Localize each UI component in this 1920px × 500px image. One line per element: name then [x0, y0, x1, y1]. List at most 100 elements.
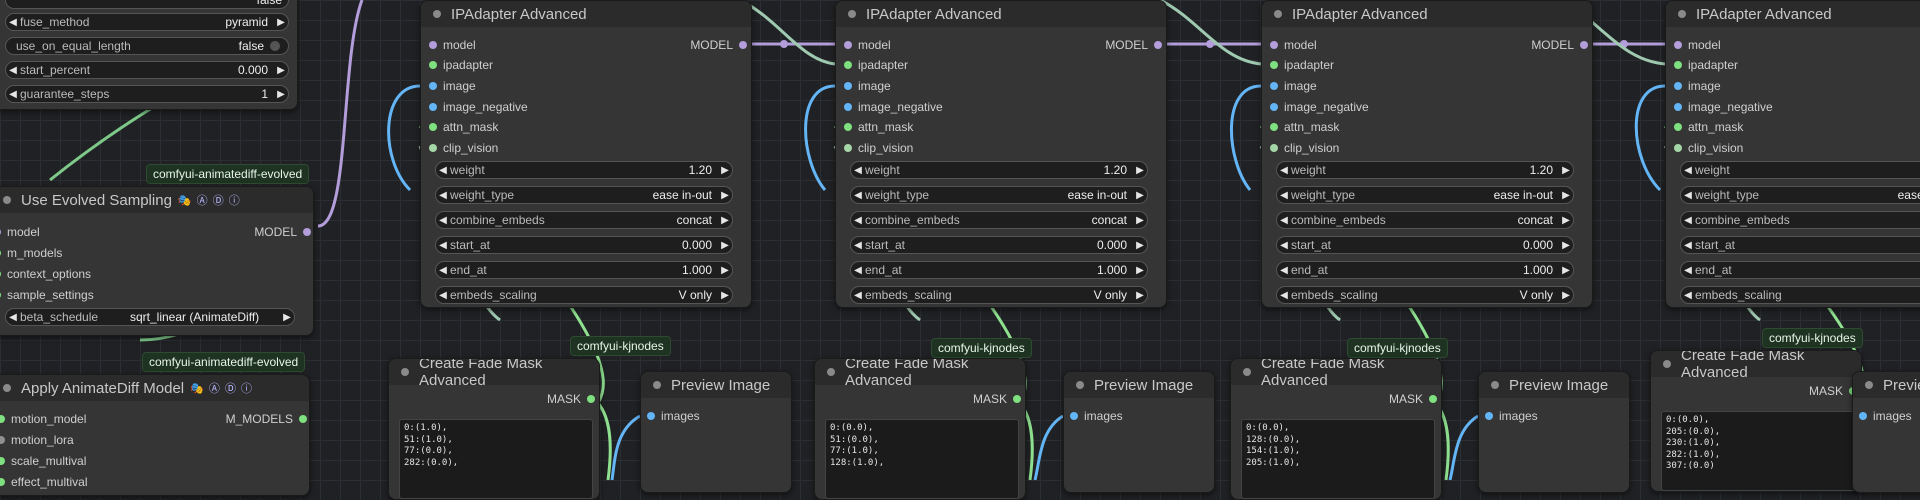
fade-mask-points-textarea[interactable]: 0:(0.0), 51:(0.0), 77:(1.0), 128:(1.0),	[825, 419, 1019, 499]
input-slot-image-negative[interactable]: image_negative	[844, 99, 943, 115]
widget-weight-type[interactable]: ◀weight_typeease in-out▶	[850, 186, 1148, 204]
collapse-dot-icon[interactable]	[1678, 10, 1686, 18]
arrow-right-icon[interactable]: ▶	[1133, 190, 1147, 201]
input-slot-clip-vision[interactable]: clip_vision	[1270, 140, 1339, 156]
arrow-left-icon[interactable]: ◀	[851, 265, 865, 276]
collapse-dot-icon[interactable]	[1243, 368, 1251, 376]
arrow-left-icon[interactable]: ◀	[851, 165, 865, 176]
use-evolved-sampling-node[interactable]: Use Evolved Sampling 🎭 Ⓐ Ⓓ ⓘ model m_mod…	[0, 186, 314, 336]
input-slot-ipadapter[interactable]: ipadapter	[429, 57, 493, 73]
preview-image-node[interactable]: Preview Image images	[1063, 371, 1215, 493]
widget-combine-embeds[interactable]: ◀combine_embedsconcat▶	[435, 211, 733, 229]
create-fade-mask-node[interactable]: Create Fade Mask Advanced MASK 0:(0.0), …	[1650, 350, 1862, 492]
widget-use-on-equal-length[interactable]: use_on_equal_length false	[5, 37, 289, 55]
widget-combine-embeds[interactable]: ◀combine_embedsconcat▶	[850, 211, 1148, 229]
node-title-bar[interactable]: Preview Image	[1064, 372, 1214, 398]
arrow-left-icon[interactable]: ◀	[1681, 165, 1695, 176]
widget-guarantee-steps[interactable]: ◀ guarantee_steps 1 ▶	[5, 85, 289, 103]
arrow-left-icon[interactable]: ◀	[6, 65, 20, 76]
widget-combine-embeds[interactable]: ◀combine_embedsconcat▶	[1680, 211, 1920, 229]
arrow-left-icon[interactable]: ◀	[6, 89, 20, 100]
arrow-right-icon[interactable]: ▶	[1559, 265, 1573, 276]
arrow-right-icon[interactable]: ▶	[1559, 165, 1573, 176]
widget-partial-top[interactable]: false	[5, 0, 289, 9]
output-slot-model[interactable]: MODEL	[1531, 37, 1588, 53]
collapse-dot-icon[interactable]	[653, 381, 661, 389]
output-slot-model[interactable]: MODEL	[690, 37, 747, 53]
arrow-right-icon[interactable]: ▶	[1133, 290, 1147, 301]
arrow-left-icon[interactable]: ◀	[1277, 190, 1291, 201]
input-slot-attn-mask[interactable]: attn_mask	[844, 119, 913, 135]
arrow-right-icon[interactable]: ▶	[1133, 240, 1147, 251]
widget-beta-schedule[interactable]: ◀ beta_schedule sqrt_linear (AnimateDiff…	[5, 308, 295, 326]
arrow-left-icon[interactable]: ◀	[851, 240, 865, 251]
arrow-left-icon[interactable]: ◀	[436, 215, 450, 226]
input-slot-images[interactable]: images	[1485, 408, 1538, 424]
collapse-dot-icon[interactable]	[1274, 10, 1282, 18]
widget-weight[interactable]: ◀weight1.20▶	[435, 161, 733, 179]
input-slot-image[interactable]: image	[844, 78, 891, 94]
widget-weight-type[interactable]: ◀weight_typeease in-out▶	[1680, 186, 1920, 204]
collapse-dot-icon[interactable]	[401, 368, 409, 376]
arrow-left-icon[interactable]: ◀	[436, 265, 450, 276]
ipadapter-advanced-node[interactable]: IPAdapter Advanced model ipadapter image…	[835, 0, 1167, 308]
arrow-right-icon[interactable]: ▶	[280, 312, 294, 323]
collapse-dot-icon[interactable]	[1865, 381, 1873, 389]
arrow-left-icon[interactable]: ◀	[436, 290, 450, 301]
input-slot-sample-settings[interactable]: sample_settings	[0, 287, 94, 303]
input-slot-clip-vision[interactable]: clip_vision	[844, 140, 913, 156]
input-slot-attn-mask[interactable]: attn_mask	[1674, 119, 1743, 135]
arrow-right-icon[interactable]: ▶	[1133, 215, 1147, 226]
collapse-dot-icon[interactable]	[848, 10, 856, 18]
input-slot-images[interactable]: images	[1070, 408, 1123, 424]
arrow-right-icon[interactable]: ▶	[274, 65, 288, 76]
output-slot-mask[interactable]: MASK	[1809, 383, 1857, 399]
input-slot-model[interactable]: model	[1674, 37, 1721, 53]
arrow-left-icon[interactable]: ◀	[436, 240, 450, 251]
input-slot-images[interactable]: images	[1859, 408, 1912, 424]
widget-end-at[interactable]: ◀end_at1.000▶	[1680, 261, 1920, 279]
arrow-right-icon[interactable]: ▶	[1133, 265, 1147, 276]
widget-combine-embeds[interactable]: ◀combine_embedsconcat▶	[1276, 211, 1574, 229]
apply-animatediff-node[interactable]: Apply AnimateDiff Model 🎭 Ⓐ Ⓓ ⓘ motion_m…	[0, 374, 310, 496]
input-slot-motion-lora[interactable]: motion_lora	[0, 432, 74, 448]
output-slot-mask[interactable]: MASK	[1389, 391, 1437, 407]
widget-start-at[interactable]: ◀start_at0.000▶	[1680, 236, 1920, 254]
widget-start-percent[interactable]: ◀ start_percent 0.000 ▶	[5, 61, 289, 79]
arrow-left-icon[interactable]: ◀	[1277, 165, 1291, 176]
node-title-bar[interactable]: IPAdapter Advanced	[421, 1, 751, 27]
arrow-left-icon[interactable]: ◀	[1277, 215, 1291, 226]
input-slot-attn-mask[interactable]: attn_mask	[429, 119, 498, 135]
arrow-right-icon[interactable]: ▶	[274, 89, 288, 100]
arrow-left-icon[interactable]: ◀	[1681, 190, 1695, 201]
ipadapter-advanced-node[interactable]: IPAdapter Advanced model ipadapter image…	[1261, 0, 1593, 308]
input-slot-m-models[interactable]: m_models	[0, 245, 62, 261]
node-title-bar[interactable]: IPAdapter Advanced	[836, 1, 1166, 27]
toggle-icon[interactable]	[270, 41, 280, 51]
input-slot-image[interactable]: image	[1674, 78, 1721, 94]
arrow-left-icon[interactable]: ◀	[436, 165, 450, 176]
output-slot-mask[interactable]: MASK	[973, 391, 1021, 407]
input-slot-model[interactable]: model	[0, 224, 40, 240]
input-slot-images[interactable]: images	[647, 408, 700, 424]
node-title-bar[interactable]: Create Fade Mask Advanced	[1231, 359, 1441, 389]
widget-embeds-scaling[interactable]: ◀embeds_scalingV only▶	[1276, 286, 1574, 304]
input-slot-image[interactable]: image	[1270, 78, 1317, 94]
output-slot-mask[interactable]: MASK	[547, 391, 595, 407]
arrow-left-icon[interactable]: ◀	[1277, 265, 1291, 276]
arrow-right-icon[interactable]: ▶	[1559, 190, 1573, 201]
arrow-left-icon[interactable]: ◀	[1277, 290, 1291, 301]
arrow-left-icon[interactable]: ◀	[1681, 215, 1695, 226]
collapse-dot-icon[interactable]	[3, 196, 11, 204]
fade-mask-points-textarea[interactable]: 0:(1.0), 51:(1.0), 77:(0.0), 282:(0.0),	[399, 419, 593, 499]
node-title-bar[interactable]: Preview Image	[1479, 372, 1629, 398]
input-slot-model[interactable]: model	[1270, 37, 1317, 53]
arrow-left-icon[interactable]: ◀	[1277, 240, 1291, 251]
input-slot-motion-model[interactable]: motion_model	[0, 411, 86, 427]
node-title-bar[interactable]: Create Fade Mask Advanced	[389, 359, 599, 389]
output-slot-m-models[interactable]: M_MODELS	[226, 411, 307, 427]
fade-mask-points-textarea[interactable]: 0:(0.0), 205:(0.0), 230:(1.0), 282:(1.0)…	[1661, 411, 1855, 491]
widget-start-at[interactable]: ◀start_at0.000▶	[1276, 236, 1574, 254]
arrow-right-icon[interactable]: ▶	[718, 290, 732, 301]
create-fade-mask-node[interactable]: Create Fade Mask Advanced MASK 0:(0.0), …	[1230, 358, 1442, 500]
